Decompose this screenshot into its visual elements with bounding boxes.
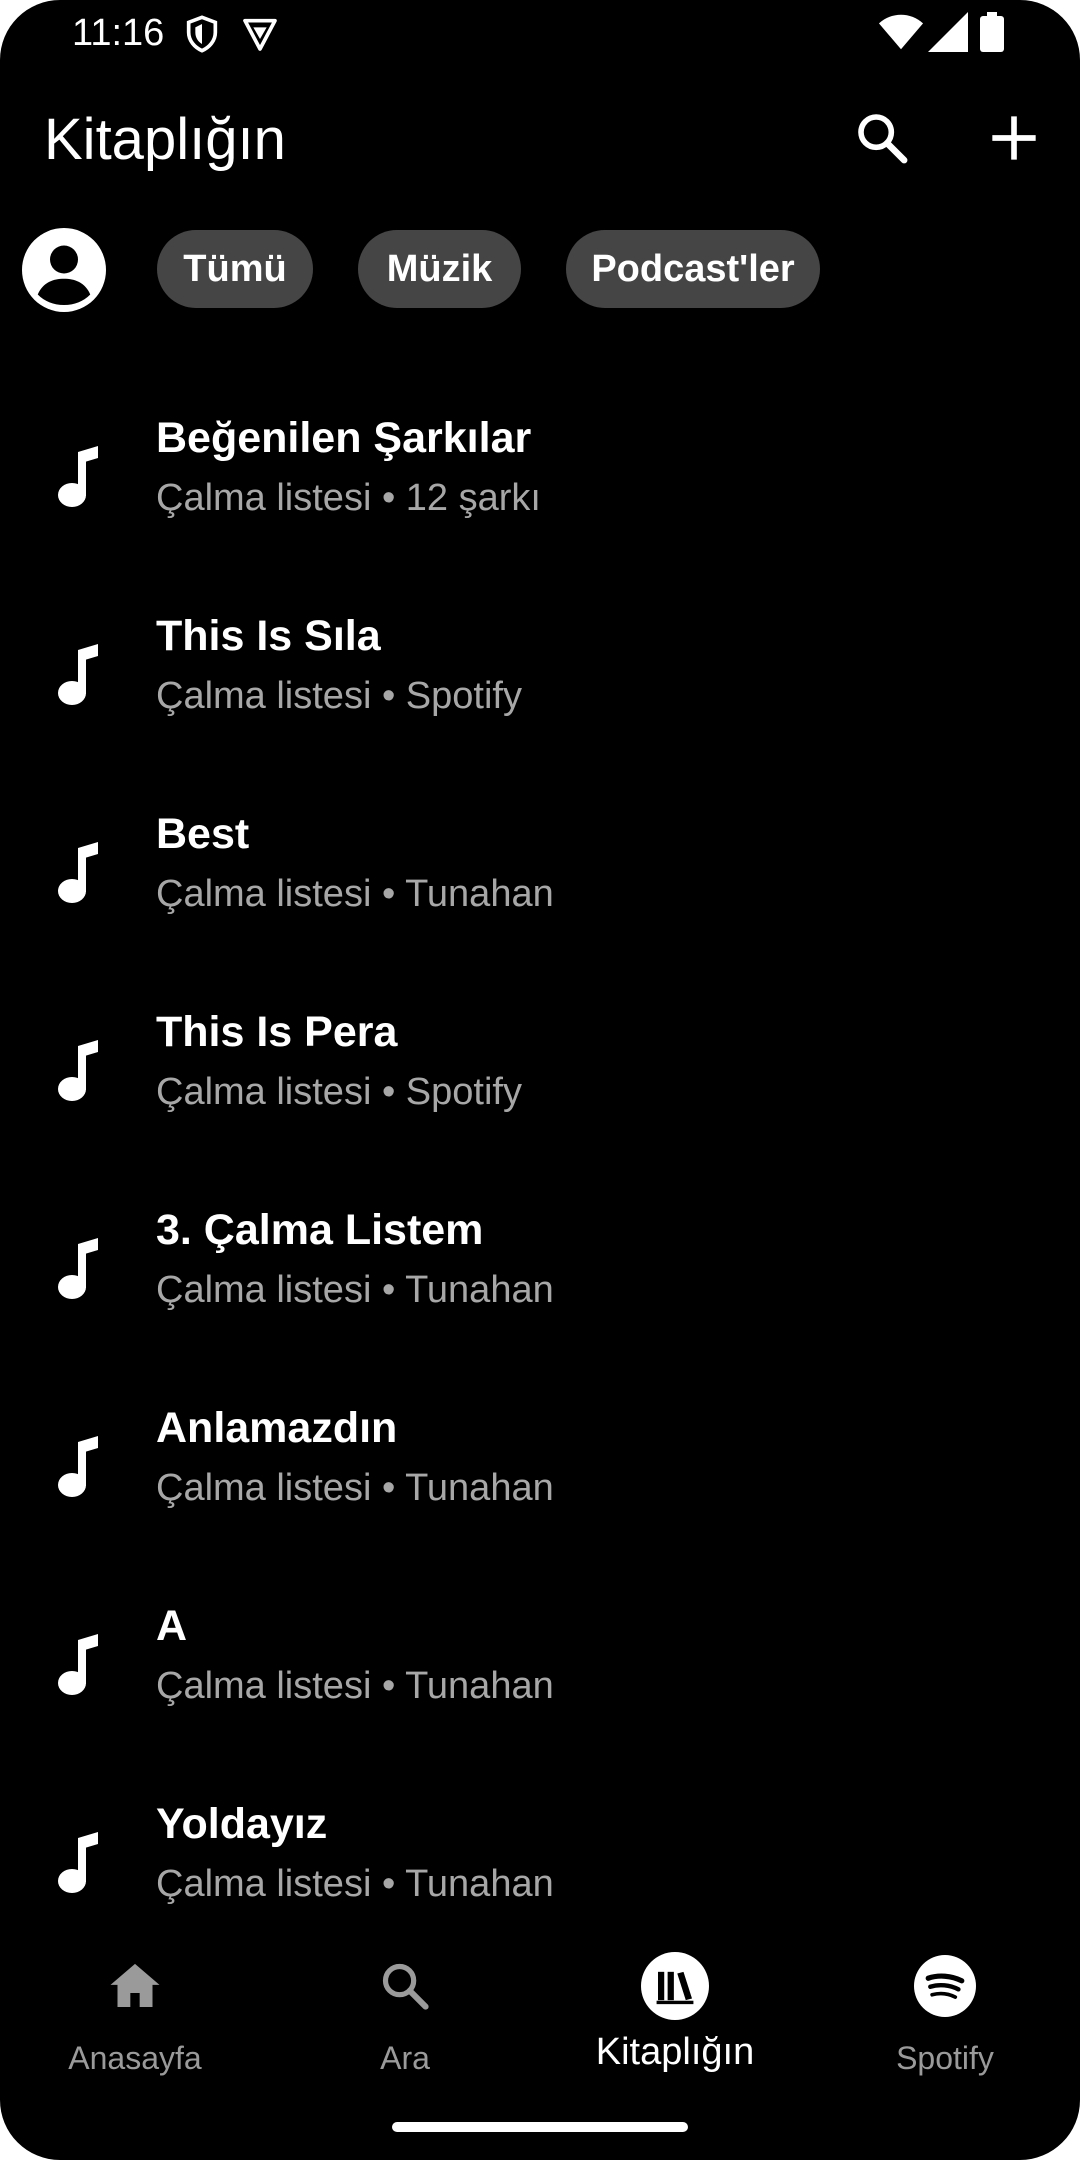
- list-item[interactable]: Yoldayız Çalma listesi • Tunahan: [0, 1756, 1080, 1954]
- nav-item-library[interactable]: Kitaplığın: [540, 1940, 810, 2090]
- list-item[interactable]: Best Çalma listesi • Tunahan: [0, 766, 1080, 964]
- shield-icon: [182, 14, 222, 54]
- search-icon: [371, 1952, 439, 2020]
- item-subtitle: Çalma listesi • Tunahan: [156, 873, 554, 915]
- music-note-icon: [56, 644, 100, 706]
- spotify-logo-icon: [911, 1952, 979, 2020]
- home-indicator[interactable]: [392, 2122, 688, 2132]
- search-icon: [854, 110, 910, 171]
- list-item[interactable]: A Çalma listesi • Tunahan: [0, 1558, 1080, 1756]
- search-button[interactable]: [850, 108, 914, 172]
- music-note-icon: [56, 1436, 100, 1498]
- nav-label-search: Ara: [380, 2040, 430, 2076]
- signal-icon: [928, 12, 968, 52]
- list-item[interactable]: Anlamazdın Çalma listesi • Tunahan: [0, 1360, 1080, 1558]
- item-title: Yoldayız: [156, 1800, 328, 1848]
- home-icon: [101, 1952, 169, 2020]
- list-item[interactable]: 3. Çalma Listem Çalma listesi • Tunahan: [0, 1162, 1080, 1360]
- music-note-icon: [56, 1040, 100, 1102]
- music-note-icon: [56, 1832, 100, 1894]
- music-note-icon: [56, 446, 100, 508]
- item-title: Beğenilen Şarkılar: [156, 414, 532, 462]
- wifi-icon: [878, 12, 924, 52]
- nav-item-search[interactable]: Ara: [270, 1940, 540, 2090]
- nav-label-library: Kitaplığın: [595, 2031, 755, 2073]
- nav-item-spotify[interactable]: Spotify: [810, 1940, 1080, 2090]
- music-note-icon: [56, 1238, 100, 1300]
- list-item[interactable]: This Is Sıla Çalma listesi • Spotify: [0, 568, 1080, 766]
- item-subtitle: Çalma listesi • Tunahan: [156, 1269, 554, 1311]
- filter-chip-music[interactable]: Müzik: [358, 230, 521, 308]
- battery-icon: [980, 12, 1004, 52]
- filter-chip-all[interactable]: Tümü: [157, 230, 313, 308]
- status-bar: 11:16: [0, 0, 1080, 66]
- item-title: 3. Çalma Listem: [156, 1206, 484, 1254]
- add-button[interactable]: [982, 108, 1046, 172]
- item-title: Anlamazdın: [156, 1404, 398, 1452]
- status-time: 11:16: [72, 12, 165, 54]
- item-subtitle: Çalma listesi • Tunahan: [156, 1467, 554, 1509]
- vpn-icon: [240, 14, 280, 54]
- list-item[interactable]: This Is Pera Çalma listesi • Spotify: [0, 964, 1080, 1162]
- item-subtitle: Çalma listesi • Tunahan: [156, 1863, 554, 1905]
- list-item[interactable]: Beğenilen Şarkılar Çalma listesi • 12 şa…: [0, 370, 1080, 568]
- item-title: This Is Pera: [156, 1008, 398, 1056]
- library-icon: [641, 1952, 709, 2020]
- music-note-icon: [56, 842, 100, 904]
- item-subtitle: Çalma listesi • Spotify: [156, 1071, 522, 1113]
- nav-item-home[interactable]: Anasayfa: [0, 1940, 270, 2090]
- item-title: Best: [156, 810, 250, 858]
- add-icon: [988, 112, 1040, 169]
- filter-chip-podcasts[interactable]: Podcast'ler: [566, 230, 820, 308]
- bottom-nav: Anasayfa Ara Kitaplığın Spotify: [0, 1940, 1080, 2090]
- nav-label-home: Anasayfa: [68, 2040, 202, 2076]
- item-subtitle: Çalma listesi • Tunahan: [156, 1665, 554, 1707]
- page-title: Kitaplığın: [44, 107, 286, 172]
- app-screen: 11:16 Kitaplığın Tümü Müzik Podcast'ler …: [0, 0, 1080, 2160]
- account-circle-icon: [22, 228, 106, 316]
- item-subtitle: Çalma listesi • Spotify: [156, 675, 522, 717]
- item-title: This Is Sıla: [156, 612, 381, 660]
- nav-label-spotify: Spotify: [896, 2040, 994, 2076]
- avatar[interactable]: [22, 228, 106, 312]
- item-subtitle: Çalma listesi • 12 şarkı: [156, 477, 541, 519]
- music-note-icon: [56, 1634, 100, 1696]
- item-title: A: [156, 1602, 188, 1650]
